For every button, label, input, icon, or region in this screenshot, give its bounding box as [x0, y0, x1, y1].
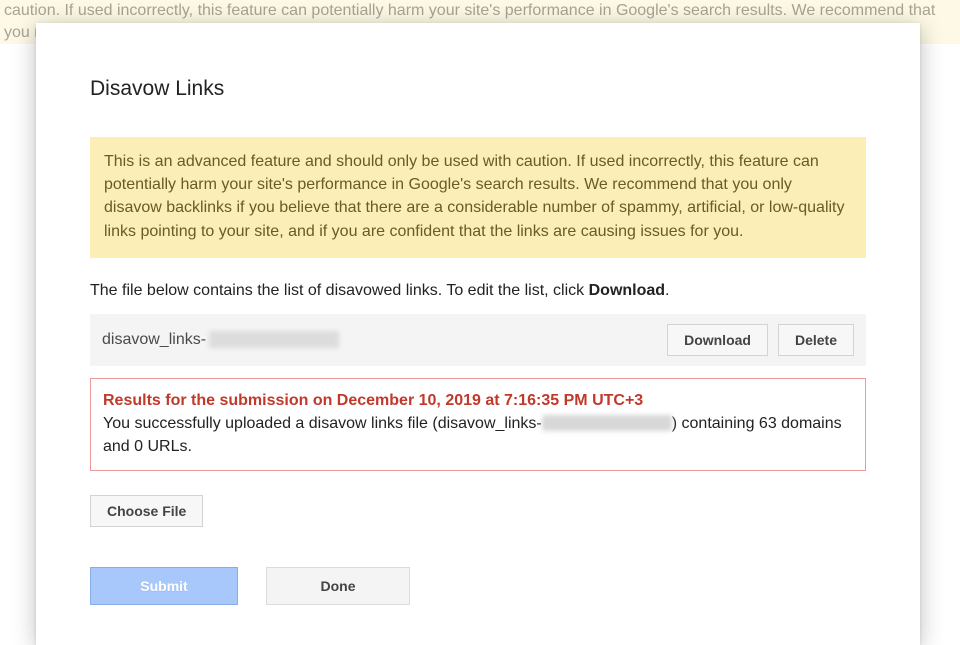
- warning-text: This is an advanced feature and should o…: [104, 153, 845, 240]
- instruction-suffix: .: [665, 282, 669, 299]
- file-name: disavow_links-: [102, 331, 657, 349]
- choose-file-button[interactable]: Choose File: [90, 495, 203, 527]
- file-name-prefix: disavow_links-: [102, 331, 206, 349]
- instruction-prefix: The file below contains the list of disa…: [90, 282, 589, 299]
- delete-button[interactable]: Delete: [778, 324, 854, 356]
- action-row: Submit Done: [90, 567, 866, 605]
- dialog-title: Disavow Links: [90, 77, 866, 101]
- submission-result-box: Results for the submission on December 1…: [90, 378, 866, 472]
- result-message: You successfully uploaded a disavow link…: [103, 412, 853, 458]
- disavow-links-dialog: Disavow Links This is an advanced featur…: [36, 23, 920, 645]
- submit-button[interactable]: Submit: [90, 567, 238, 605]
- warning-box: This is an advanced feature and should o…: [90, 137, 866, 258]
- choose-file-row: Choose File: [90, 495, 866, 527]
- result-message-prefix: You successfully uploaded a disavow link…: [103, 415, 542, 432]
- download-button[interactable]: Download: [667, 324, 768, 356]
- file-row: disavow_links- Download Delete: [90, 314, 866, 366]
- redacted-site-name: [209, 331, 339, 348]
- instruction-text: The file below contains the list of disa…: [90, 282, 866, 300]
- redacted-site-name-inline: [542, 415, 672, 431]
- instruction-bold: Download: [589, 282, 665, 299]
- result-heading: Results for the submission on December 1…: [103, 389, 853, 412]
- done-button[interactable]: Done: [266, 567, 410, 605]
